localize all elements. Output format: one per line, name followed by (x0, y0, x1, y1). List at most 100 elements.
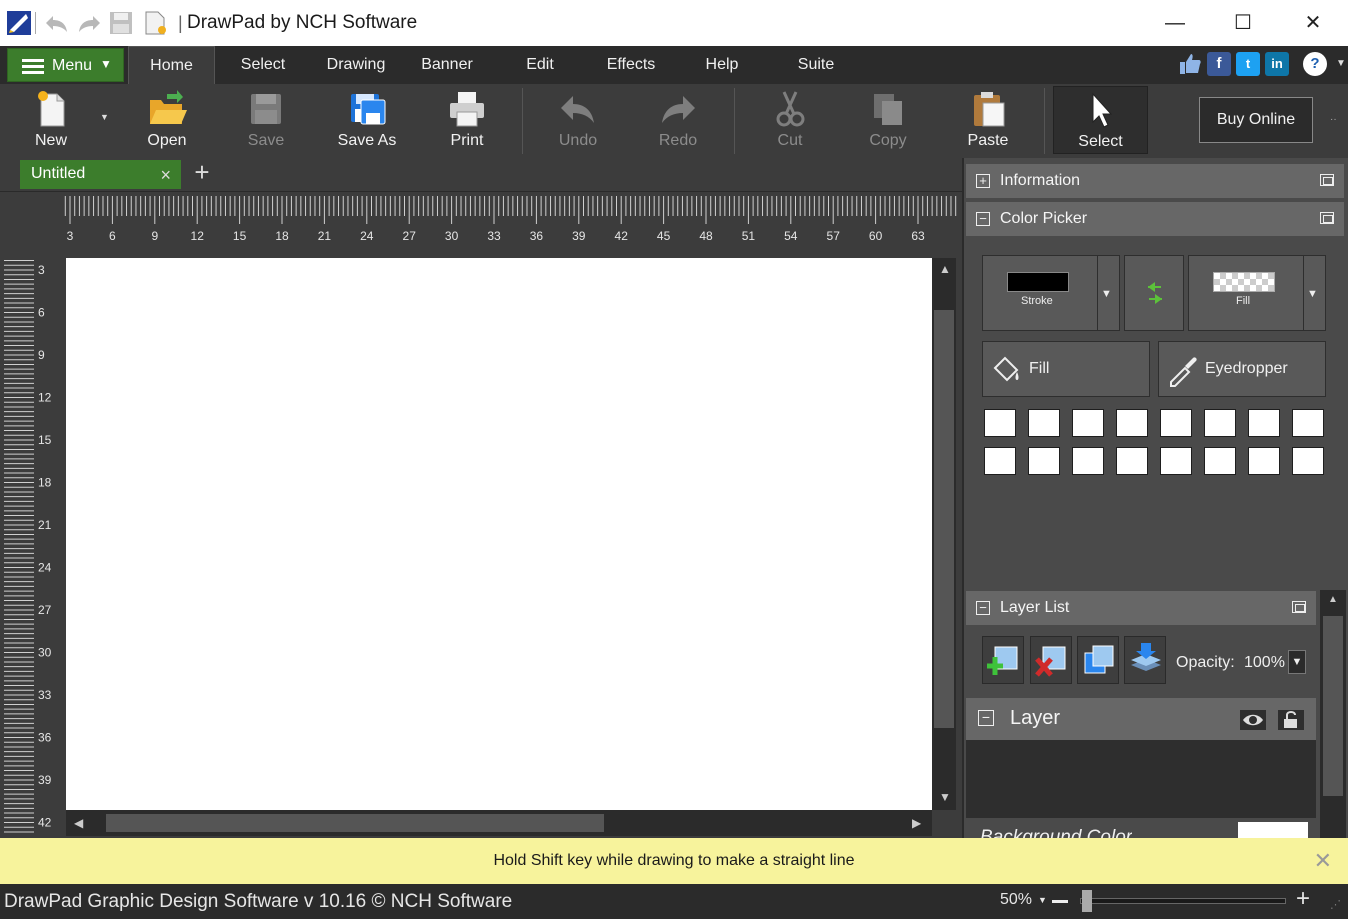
horizontal-scrollbar[interactable]: ◀ ▶ (66, 810, 932, 836)
color-swatch[interactable] (1160, 447, 1192, 475)
collapse-icon[interactable]: − (976, 212, 990, 226)
zoom-dropdown-icon[interactable]: ▼ (1038, 895, 1047, 905)
paste-button[interactable]: Paste (952, 84, 1024, 158)
undock-icon[interactable] (1320, 212, 1334, 224)
opacity-value[interactable]: 100% (1244, 654, 1285, 672)
color-swatch[interactable] (1028, 409, 1060, 437)
undock-icon[interactable] (1292, 601, 1306, 613)
vertical-scrollbar[interactable]: ▲ ▼ (932, 258, 956, 810)
minimize-button[interactable]: — (1152, 6, 1198, 40)
information-panel-header[interactable]: + Information (966, 164, 1344, 198)
zoom-out-icon[interactable] (1052, 900, 1068, 903)
tab-select[interactable]: Select (230, 46, 296, 84)
resize-grip-icon[interactable]: ⋰ (1330, 898, 1341, 911)
tab-effects[interactable]: Effects (596, 46, 666, 84)
tab-banner[interactable]: Banner (414, 46, 480, 84)
tab-edit[interactable]: Edit (512, 46, 568, 84)
horizontal-scroll-thumb[interactable] (106, 814, 604, 832)
twitter-icon[interactable]: t (1236, 52, 1260, 76)
color-swatch[interactable] (1072, 409, 1104, 437)
unlock-icon[interactable] (1278, 710, 1304, 730)
layer-list-panel-header[interactable]: − Layer List (966, 591, 1316, 625)
color-swatch[interactable] (1204, 447, 1236, 475)
stroke-color-selector[interactable]: Stroke ▼ (982, 255, 1120, 331)
color-swatch[interactable] (984, 409, 1016, 437)
facebook-icon[interactable]: f (1207, 52, 1231, 76)
toolbar-overflow-icon[interactable]: ·· (1330, 114, 1337, 125)
maximize-button[interactable]: ☐ (1220, 6, 1266, 40)
color-swatch[interactable] (1292, 409, 1324, 437)
fill-color-selector[interactable]: Fill ▼ (1188, 255, 1326, 331)
swap-colors-button[interactable] (1124, 255, 1184, 331)
open-button[interactable]: Open (130, 84, 204, 158)
cut-button[interactable]: Cut (754, 84, 826, 158)
eye-visibility-icon[interactable] (1240, 710, 1266, 730)
opacity-dropdown-icon[interactable]: ▼ (1288, 650, 1306, 674)
help-dropdown-icon[interactable]: ▼ (1336, 58, 1346, 69)
new-button[interactable]: New (16, 84, 86, 158)
add-layer-button[interactable] (982, 636, 1024, 684)
drawing-canvas[interactable] (66, 258, 932, 810)
redo-button[interactable]: Redo (642, 84, 714, 158)
add-tab-button[interactable]: + (190, 158, 214, 188)
zoom-slider-thumb[interactable] (1082, 890, 1092, 912)
new-quick-icon[interactable] (142, 10, 168, 36)
fill-dropdown-icon[interactable]: ▼ (1307, 288, 1318, 300)
close-button[interactable]: ✕ (1290, 6, 1336, 40)
select-tool-button[interactable]: Select (1053, 86, 1148, 154)
new-dropdown-icon[interactable]: ▼ (100, 112, 109, 122)
color-picker-panel-header[interactable]: − Color Picker (966, 202, 1344, 236)
right-panel-scroll-thumb[interactable] (1323, 616, 1343, 796)
buy-online-button[interactable]: Buy Online (1199, 97, 1313, 143)
scroll-down-icon[interactable]: ▼ (939, 790, 951, 804)
redo-quick-icon[interactable] (76, 10, 102, 36)
save-quick-icon[interactable] (108, 10, 134, 36)
undo-quick-icon[interactable] (44, 10, 70, 36)
color-swatch[interactable] (1204, 409, 1236, 437)
tab-home[interactable]: Home (128, 46, 215, 84)
help-icon[interactable]: ? (1303, 52, 1327, 76)
save-as-button[interactable]: Save As (330, 84, 404, 158)
collapse-icon[interactable]: − (976, 601, 990, 615)
color-swatch[interactable] (1116, 447, 1148, 475)
print-button[interactable]: Print (432, 84, 502, 158)
duplicate-layer-button[interactable] (1077, 636, 1119, 684)
color-swatch[interactable] (1248, 409, 1280, 437)
copy-button[interactable]: Copy (852, 84, 924, 158)
layer-item[interactable]: − Layer (966, 698, 1316, 740)
scroll-up-icon[interactable]: ▲ (1328, 594, 1338, 605)
scroll-left-icon[interactable]: ◀ (74, 816, 83, 830)
fill-tool-button[interactable]: Fill (982, 341, 1150, 397)
color-swatch[interactable] (1292, 447, 1324, 475)
close-tab-icon[interactable]: × (160, 165, 171, 186)
color-swatch[interactable] (984, 447, 1016, 475)
delete-layer-button[interactable] (1030, 636, 1072, 684)
thumbs-up-icon[interactable] (1178, 52, 1202, 76)
color-swatch[interactable] (1248, 447, 1280, 475)
background-color-swatch[interactable] (1238, 822, 1308, 838)
undock-icon[interactable] (1320, 174, 1334, 186)
document-tab-untitled[interactable]: Untitled × (20, 160, 181, 189)
expand-icon[interactable]: + (976, 174, 990, 188)
zoom-in-icon[interactable]: + (1296, 885, 1310, 913)
stroke-dropdown-icon[interactable]: ▼ (1101, 288, 1112, 300)
tab-suite[interactable]: Suite (786, 46, 846, 84)
save-button[interactable]: Save (230, 84, 302, 158)
color-swatch[interactable] (1072, 447, 1104, 475)
color-swatch[interactable] (1160, 409, 1192, 437)
scroll-up-icon[interactable]: ▲ (939, 262, 951, 276)
collapse-icon[interactable]: − (978, 710, 994, 726)
zoom-slider-track[interactable] (1080, 898, 1286, 904)
vertical-scroll-thumb[interactable] (934, 310, 954, 728)
menu-button[interactable]: Menu ▼ (7, 48, 124, 82)
tab-help[interactable]: Help (694, 46, 750, 84)
tab-drawing[interactable]: Drawing (318, 46, 394, 84)
right-panel-scrollbar[interactable]: ▲ (1320, 590, 1346, 838)
color-swatch[interactable] (1116, 409, 1148, 437)
merge-layer-button[interactable] (1124, 636, 1166, 684)
linkedin-icon[interactable]: in (1265, 52, 1289, 76)
eyedropper-button[interactable]: Eyedropper (1158, 341, 1326, 397)
color-swatch[interactable] (1028, 447, 1060, 475)
undo-button[interactable]: Undo (542, 84, 614, 158)
scroll-right-icon[interactable]: ▶ (912, 816, 921, 830)
